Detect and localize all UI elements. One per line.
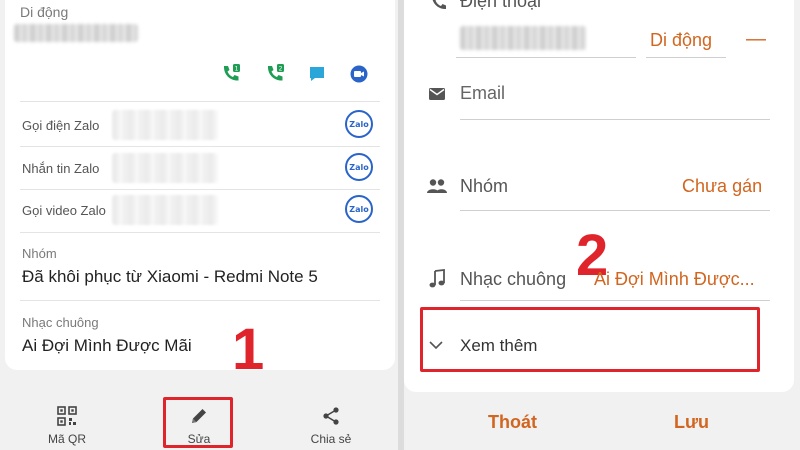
zalo-call-redacted: [112, 110, 218, 140]
ringtone-select[interactable]: Ai Đợi Mình Được...: [594, 269, 755, 290]
ringtone-label: Nhạc chuông: [22, 315, 99, 330]
remove-phone-button[interactable]: —: [746, 28, 766, 51]
save-button[interactable]: Lưu: [674, 412, 709, 433]
email-underline: [460, 119, 770, 120]
highlight-box-edit: [163, 397, 233, 448]
edit-contact-panel: Điện thoại Di động — Email Nhóm Chưa gán…: [404, 0, 800, 450]
divider: [20, 232, 380, 233]
qr-code-tab[interactable]: Mã QR: [22, 398, 112, 448]
zalo-video-label: Gọi video Zalo: [22, 203, 106, 218]
phone-type-select[interactable]: Di động: [650, 30, 712, 51]
svg-text:1: 1: [235, 66, 239, 73]
phone-label: Di động: [20, 4, 69, 20]
ringtone-value: Ai Đợi Mình Được Mãi: [22, 336, 192, 355]
qr-code-icon: [57, 404, 77, 428]
step-number-1: 1: [232, 317, 265, 382]
group-icon: [425, 176, 449, 196]
zalo-logo-icon[interactable]: Zalo: [345, 153, 373, 181]
qr-code-tab-label: Mã QR: [47, 432, 86, 446]
group-select[interactable]: Chưa gán: [682, 176, 762, 197]
music-note-icon: [426, 268, 448, 290]
zalo-video-redacted: [112, 195, 218, 225]
message-icon[interactable]: [306, 63, 328, 85]
share-icon: [321, 404, 341, 428]
divider: [20, 300, 380, 301]
share-tab-label: Chia sẻ: [310, 432, 352, 446]
group-label: Nhóm: [22, 246, 57, 261]
email-input[interactable]: Email: [460, 83, 505, 104]
phone-type-underline: [646, 57, 726, 58]
zalo-logo-icon[interactable]: Zalo: [345, 110, 373, 138]
highlight-box-see-more: [420, 307, 760, 372]
phone-number-redacted: [14, 24, 138, 42]
video-call-icon[interactable]: [348, 63, 370, 85]
phone-label: Điện thoại: [460, 0, 542, 11]
svg-text:2: 2: [279, 66, 283, 73]
contact-detail-panel: Di động 1 2 Gọi điện Zalo Zalo Nhắn tin …: [0, 0, 398, 450]
zalo-message-redacted: [112, 153, 218, 183]
divider: [20, 189, 380, 190]
call-sim1-icon[interactable]: 1: [220, 63, 242, 85]
zalo-logo-icon[interactable]: Zalo: [345, 195, 373, 223]
phone-number-redacted[interactable]: [460, 26, 586, 50]
ringtone-underline: [460, 300, 770, 301]
ringtone-label: Nhạc chuông: [460, 269, 567, 289]
group-value: Đã khôi phục từ Xiaomi - Redmi Note 5: [22, 267, 318, 286]
zalo-call-label: Gọi điện Zalo: [22, 118, 100, 133]
call-sim2-icon[interactable]: 2: [264, 63, 286, 85]
share-tab[interactable]: Chia sẻ: [286, 398, 376, 448]
phone-underline: [456, 57, 636, 58]
zalo-message-label: Nhắn tin Zalo: [22, 161, 100, 176]
divider: [20, 101, 380, 102]
group-underline: [460, 210, 770, 211]
phone-icon: [428, 0, 448, 12]
cancel-button[interactable]: Thoát: [488, 412, 537, 433]
group-label: Nhóm: [460, 176, 509, 196]
divider: [20, 146, 380, 147]
email-icon: [426, 84, 448, 104]
